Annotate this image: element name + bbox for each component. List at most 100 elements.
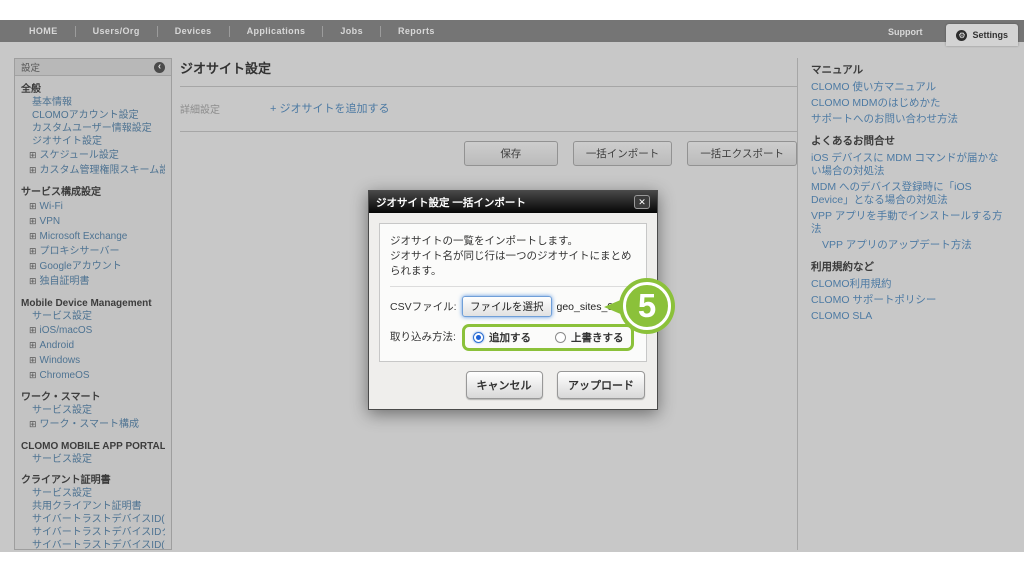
csv-file-row: CSVファイル: ファイルを選択 geo_sites_0...182748.cs… bbox=[390, 296, 636, 317]
expand-icon: ⊞ bbox=[29, 325, 37, 335]
sidebar-item-label: スケジュール設定 bbox=[40, 150, 119, 161]
help-item[interactable]: サポートへのお問い合わせ方法 bbox=[811, 113, 1006, 126]
help-item[interactable]: VPP アプリを手動でインストールする方法 bbox=[811, 210, 1006, 236]
sidebar-item[interactable]: ⊞サービス設定 bbox=[21, 453, 165, 466]
nav-right: Support ⚙ Settings bbox=[888, 20, 1018, 42]
cancel-button[interactable]: キャンセル bbox=[466, 371, 543, 399]
sidebar-item[interactable]: ⊞独自証明書 bbox=[21, 274, 165, 289]
nav-item[interactable]: HOME bbox=[12, 26, 75, 37]
gear-icon: ⚙ bbox=[956, 30, 967, 41]
sidebar-item[interactable]: ⊞サイバートラストデバイスID(個人... bbox=[21, 539, 165, 550]
help-item-label: VPP アプリを手動でインストールする方法 bbox=[811, 210, 1003, 235]
sidebar-item[interactable]: ⊞サービス設定 bbox=[21, 404, 165, 417]
sidebar-item[interactable]: ⊞カスタムユーザー情報設定 bbox=[21, 122, 165, 135]
collapse-sidebar-icon[interactable]: ‹ bbox=[154, 62, 165, 73]
sidebar-item-label: 独自証明書 bbox=[40, 276, 90, 287]
sidebar-item-label: サイバートラストデバイスIDクライ... bbox=[32, 527, 165, 538]
annotation-step-number: 5 bbox=[638, 287, 656, 325]
radio-unselected-icon bbox=[555, 332, 566, 343]
settings-sidebar: 設定 ‹ ⊞全般 ⊞基本情報 ⊞CLOMOアカウント設定 ⊞カスタムユーザー情報… bbox=[14, 58, 172, 550]
sidebar-item: ⊞Mobile Device Management bbox=[21, 297, 165, 310]
sidebar-item[interactable]: ⊞iOS/macOS bbox=[21, 323, 165, 338]
sidebar-item-label: 共用クライアント証明書 bbox=[32, 501, 142, 512]
sidebar-item[interactable]: ⊞CLOMOアカウント設定 bbox=[21, 109, 165, 122]
import-method-row: 取り込み方法: 追加する 上書きする bbox=[390, 322, 636, 351]
sidebar-item[interactable]: ⊞VPN bbox=[21, 214, 165, 229]
help-item[interactable]: iOS デバイスに MDM コマンドが届かない場合の対処法 bbox=[811, 152, 1006, 178]
help-item[interactable]: MDM へのデバイス登録時に「iOS Device」となる場合の対処法 bbox=[811, 181, 1006, 207]
help-item[interactable]: CLOMO MDMのはじめかた bbox=[811, 97, 1006, 110]
sidebar-item-label: Android bbox=[40, 340, 74, 351]
close-icon[interactable]: ✕ bbox=[634, 195, 650, 209]
sidebar-item-label: 基本情報 bbox=[32, 97, 72, 108]
help-item[interactable]: VPP アプリのアップデート方法 bbox=[811, 239, 1006, 252]
sidebar-item[interactable]: ⊞Googleアカウント bbox=[21, 259, 165, 274]
sidebar-item-label: ワーク・スマート構成 bbox=[40, 419, 140, 430]
expand-icon: ⊞ bbox=[29, 276, 37, 286]
tab-settings[interactable]: ⚙ Settings bbox=[946, 24, 1018, 46]
import-method-label: 取り込み方法: bbox=[390, 329, 462, 344]
sidebar-item-label: プロキシサーバー bbox=[40, 246, 120, 257]
sidebar-title: 設定 bbox=[21, 60, 154, 74]
expand-icon: ⊞ bbox=[29, 370, 37, 380]
sidebar-item[interactable]: ⊞ワーク・スマート構成 bbox=[21, 417, 165, 432]
sidebar-item: ⊞ワーク・スマート bbox=[21, 391, 165, 404]
sidebar-item: ⊞CLOMO MOBILE APP PORTAL bbox=[21, 440, 165, 453]
sidebar-item: ⊞クライアント証明書 bbox=[21, 474, 165, 487]
help-item-label: CLOMO 使い方マニュアル bbox=[811, 81, 936, 93]
bulk-export-button[interactable]: 一括エクスポート bbox=[687, 141, 797, 166]
sidebar-item[interactable]: ⊞プロキシサーバー bbox=[21, 244, 165, 259]
choose-file-button[interactable]: ファイルを選択 bbox=[462, 296, 552, 317]
dialog-description-line1: ジオサイトの一覧をインポートします。 bbox=[390, 234, 636, 249]
help-item[interactable]: CLOMO サポートポリシー bbox=[811, 294, 1006, 307]
page-title: ジオサイト設定 bbox=[180, 58, 797, 87]
sidebar-item[interactable]: ⊞サービス設定 bbox=[21, 487, 165, 500]
nav-item[interactable]: Reports bbox=[380, 26, 452, 37]
action-buttons-row: 保存 一括インポート 一括エクスポート bbox=[180, 141, 797, 166]
annotation-step-badge: 5 bbox=[623, 282, 671, 330]
upload-button[interactable]: アップロード bbox=[557, 371, 645, 399]
sidebar-item[interactable]: ⊞スケジュール設定 bbox=[21, 148, 165, 163]
sidebar-item-label: Wi-Fi bbox=[40, 201, 63, 212]
nav-item[interactable]: Jobs bbox=[322, 26, 380, 37]
sidebar-item-label: カスタム管理権限スキーム設定 bbox=[40, 165, 165, 176]
sidebar-item[interactable]: ⊞Android bbox=[21, 338, 165, 353]
help-item-label: サポートへのお問い合わせ方法 bbox=[811, 113, 958, 125]
nav-item[interactable]: Devices bbox=[157, 26, 229, 37]
help-item[interactable]: CLOMO利用規約 bbox=[811, 278, 1006, 291]
import-method-radio-group: 追加する 上書きする bbox=[462, 324, 634, 351]
sidebar-item[interactable]: ⊞ChromeOS bbox=[21, 368, 165, 383]
sidebar-item[interactable]: ⊞サービス設定 bbox=[21, 310, 165, 323]
radio-overwrite-label: 上書きする bbox=[571, 330, 624, 345]
sidebar-item-label: クライアント証明書 bbox=[21, 475, 111, 486]
help-item[interactable]: CLOMO 使い方マニュアル bbox=[811, 81, 1006, 94]
sidebar-item[interactable]: ⊞共用クライアント証明書 bbox=[21, 500, 165, 513]
help-item-label: よくあるお問合せ bbox=[811, 135, 895, 147]
sidebar-item[interactable]: ⊞サイバートラストデバイスID(pilot)... bbox=[21, 513, 165, 526]
sidebar-item[interactable]: ⊞サイバートラストデバイスIDクライ... bbox=[21, 526, 165, 539]
sidebar-item[interactable]: ⊞基本情報 bbox=[21, 96, 165, 109]
radio-option-append[interactable]: 追加する bbox=[473, 330, 531, 345]
expand-icon: ⊞ bbox=[29, 165, 37, 175]
add-geosite-link[interactable]: + ジオサイトを追加する bbox=[270, 100, 389, 116]
detail-settings-label: 詳細設定 bbox=[180, 101, 270, 116]
nav-item[interactable]: Users/Org bbox=[75, 26, 157, 37]
support-link[interactable]: Support bbox=[888, 27, 923, 37]
sidebar-item[interactable]: ⊞Windows bbox=[21, 353, 165, 368]
expand-icon: ⊞ bbox=[29, 231, 37, 241]
sidebar-menu: ⊞全般 ⊞基本情報 ⊞CLOMOアカウント設定 ⊞カスタムユーザー情報設定 ⊞ジ… bbox=[15, 76, 171, 550]
sidebar-item-label: Microsoft Exchange bbox=[40, 231, 128, 242]
save-button[interactable]: 保存 bbox=[464, 141, 558, 166]
sidebar-item-label: サービス設定 bbox=[32, 311, 92, 322]
bulk-import-button[interactable]: 一括インポート bbox=[573, 141, 673, 166]
help-item-label: MDM へのデバイス登録時に「iOS Device」となる場合の対処法 bbox=[811, 181, 972, 206]
radio-option-overwrite[interactable]: 上書きする bbox=[555, 330, 624, 345]
sidebar-item[interactable]: ⊞Wi-Fi bbox=[21, 199, 165, 214]
help-item[interactable]: CLOMO SLA bbox=[811, 310, 1006, 323]
sidebar-item[interactable]: ⊞Microsoft Exchange bbox=[21, 229, 165, 244]
sidebar-item[interactable]: ⊞ジオサイト設定 bbox=[21, 135, 165, 148]
help-item: 利用規約など bbox=[811, 261, 1006, 274]
help-item-label: VPP アプリのアップデート方法 bbox=[822, 239, 972, 251]
nav-item[interactable]: Applications bbox=[229, 26, 323, 37]
sidebar-item[interactable]: ⊞カスタム管理権限スキーム設定 bbox=[21, 163, 165, 178]
